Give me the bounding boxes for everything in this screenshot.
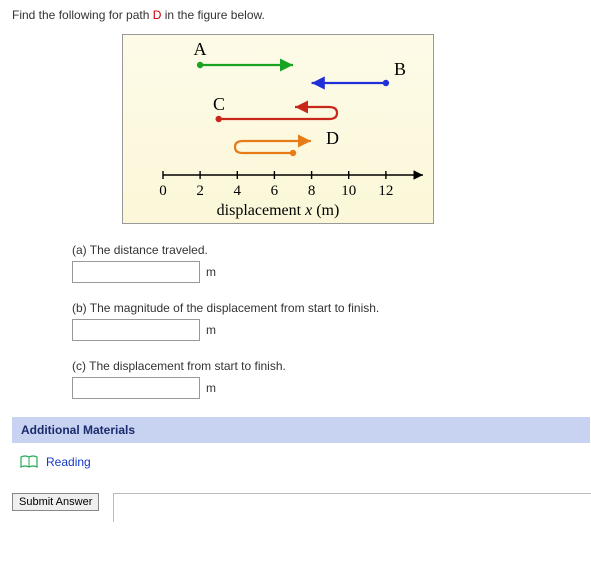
part-a: (a) The distance traveled. m [72, 243, 579, 283]
submit-answer-button[interactable]: Submit Answer [12, 493, 99, 511]
axis-label: displacement x (m) [217, 202, 340, 219]
additional-materials-header: Additional Materials [12, 417, 590, 443]
part-c-unit: m [206, 381, 216, 395]
part-c-input[interactable] [72, 377, 200, 399]
part-b-label: (b) The magnitude of the displacement fr… [72, 301, 579, 315]
prompt-after: in the figure below. [165, 8, 265, 22]
part-b-input[interactable] [72, 319, 200, 341]
tick-0: 0 [159, 183, 167, 199]
tick-2: 2 [196, 183, 204, 199]
prompt-before: Find the following for path [12, 8, 153, 22]
tick-10: 10 [341, 183, 356, 199]
book-icon [20, 455, 38, 469]
part-a-label: (a) The distance traveled. [72, 243, 579, 257]
tick-12: 12 [378, 183, 393, 199]
tick-4: 4 [234, 183, 242, 199]
part-a-input[interactable] [72, 261, 200, 283]
tick-8: 8 [308, 183, 316, 199]
part-c-label: (c) The displacement from start to finis… [72, 359, 579, 373]
path-letter: D [153, 8, 162, 22]
part-b: (b) The magnitude of the displacement fr… [72, 301, 579, 341]
tick-6: 6 [271, 183, 279, 199]
label-c: C [213, 94, 225, 114]
question-prompt: Find the following for path D in the fig… [12, 8, 579, 22]
label-d: D [326, 128, 339, 148]
part-c: (c) The displacement from start to finis… [72, 359, 579, 399]
part-b-unit: m [206, 323, 216, 337]
part-a-unit: m [206, 265, 216, 279]
displacement-figure: A B C D [122, 34, 434, 224]
label-a: A [194, 39, 207, 59]
reading-row: Reading [12, 443, 579, 487]
reading-link[interactable]: Reading [46, 455, 91, 469]
submit-result-box [113, 493, 591, 522]
label-b: B [394, 59, 406, 79]
